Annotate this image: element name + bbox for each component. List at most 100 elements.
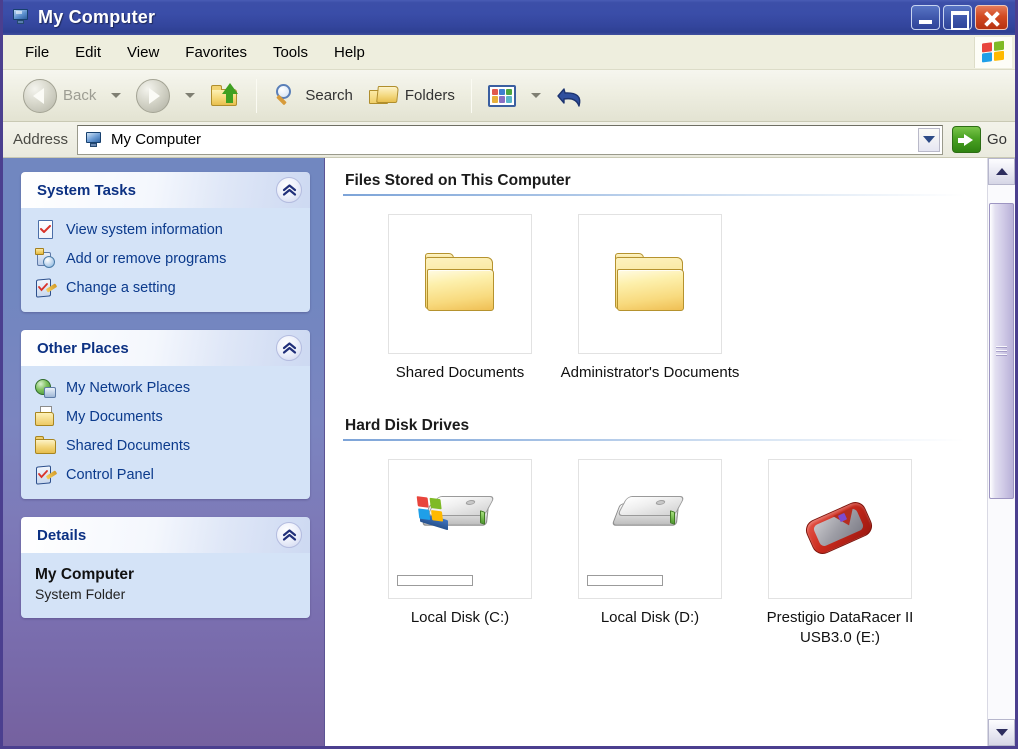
panel-other-places-body: My Network Places My Documents Shared Do… bbox=[21, 366, 310, 499]
sidebar-item-view-system-information[interactable]: View system information bbox=[35, 219, 300, 241]
scroll-up-button[interactable] bbox=[988, 158, 1015, 185]
folders-button[interactable]: Folders bbox=[361, 78, 463, 113]
address-bar: Address My Computer Go bbox=[3, 122, 1015, 158]
menu-item-edit[interactable]: Edit bbox=[62, 41, 114, 64]
vertical-scrollbar[interactable] bbox=[987, 158, 1015, 746]
file-item-icon-box bbox=[388, 214, 532, 354]
panel-system-tasks-header[interactable]: System Tasks bbox=[21, 172, 310, 208]
drive-item-prestigio-dataracer[interactable]: Prestigio DataRacer II USB3.0 (E:) bbox=[745, 458, 935, 648]
my-computer-icon bbox=[12, 8, 31, 27]
sidebar-item-shared-documents[interactable]: Shared Documents bbox=[35, 435, 300, 457]
sidebar-label: Change a setting bbox=[66, 280, 176, 296]
chevron-down-icon bbox=[995, 729, 1008, 736]
section-hard-disk-drives-header: Hard Disk Drives bbox=[343, 417, 987, 441]
file-item-icon-box bbox=[578, 214, 722, 354]
drive-item-label: Local Disk (C:) bbox=[410, 608, 510, 626]
scrollbar-thumb[interactable] bbox=[989, 203, 1014, 499]
sidebar-label: Shared Documents bbox=[66, 438, 191, 454]
shared-documents-icon bbox=[35, 435, 57, 457]
section-files-stored-header: Files Stored on This Computer bbox=[343, 172, 987, 196]
drive-item-label: Local Disk (D:) bbox=[600, 608, 700, 626]
section-files-stored-items: Shared Documents Administrator's Documen… bbox=[343, 198, 987, 383]
details-item-name: My Computer bbox=[35, 566, 135, 583]
change-setting-icon bbox=[35, 277, 58, 299]
section-files-stored-title: Files Stored on This Computer bbox=[345, 172, 571, 189]
scrollbar-track[interactable] bbox=[988, 185, 1015, 719]
windows-flag-icon bbox=[974, 37, 1012, 68]
address-input[interactable]: My Computer bbox=[77, 124, 943, 155]
details-item-type: System Folder bbox=[35, 586, 126, 602]
views-dropdown-icon[interactable] bbox=[530, 93, 541, 98]
my-computer-window: My Computer File Edit View Favorites Too… bbox=[0, 0, 1018, 749]
drive-item-icon-box bbox=[388, 458, 532, 599]
forward-button[interactable] bbox=[128, 74, 178, 118]
panel-system-tasks: System Tasks View system information Add… bbox=[21, 172, 310, 312]
chevron-up-icon[interactable] bbox=[276, 335, 302, 361]
panel-details: Details My Computer System Folder bbox=[21, 517, 310, 618]
my-computer-icon bbox=[85, 131, 104, 149]
hard-disk-icon bbox=[604, 486, 696, 572]
close-button[interactable] bbox=[975, 5, 1008, 30]
title-bar: My Computer bbox=[3, 0, 1015, 35]
menu-item-tools[interactable]: Tools bbox=[260, 41, 321, 64]
go-button[interactable]: Go bbox=[951, 126, 1007, 153]
menu-item-file[interactable]: File bbox=[12, 41, 62, 64]
menu-bar: File Edit View Favorites Tools Help bbox=[3, 35, 1015, 70]
views-button[interactable] bbox=[480, 80, 524, 112]
forward-dropdown-icon[interactable] bbox=[185, 93, 196, 98]
panel-details-header[interactable]: Details bbox=[21, 517, 310, 553]
go-label: Go bbox=[986, 131, 1007, 148]
drive-item-icon-box bbox=[768, 458, 912, 599]
drive-item-icon-box bbox=[578, 458, 722, 599]
sidebar-item-add-or-remove-programs[interactable]: Add or remove programs bbox=[35, 248, 300, 270]
sidebar-item-control-panel[interactable]: Control Panel bbox=[35, 464, 300, 486]
chevron-up-icon[interactable] bbox=[276, 522, 302, 548]
folder-icon bbox=[613, 253, 687, 315]
up-button[interactable] bbox=[202, 78, 248, 114]
menu-item-help[interactable]: Help bbox=[321, 41, 378, 64]
file-item-administrators-documents[interactable]: Administrator's Documents bbox=[555, 214, 745, 383]
capacity-bar bbox=[587, 574, 663, 586]
file-item-label: Administrator's Documents bbox=[560, 364, 740, 381]
sidebar-label: Add or remove programs bbox=[66, 251, 227, 267]
drive-item-local-disk-d[interactable]: Local Disk (D:) bbox=[555, 458, 745, 648]
panel-details-title: Details bbox=[37, 526, 87, 544]
address-label: Address bbox=[13, 131, 69, 148]
sidebar-label: Control Panel bbox=[66, 467, 154, 483]
folders-label: Folders bbox=[404, 87, 455, 104]
menu-item-view[interactable]: View bbox=[114, 41, 172, 64]
sidebar-item-my-documents[interactable]: My Documents bbox=[35, 406, 300, 428]
sidebar-label: View system information bbox=[66, 222, 223, 238]
back-button[interactable]: Back bbox=[15, 74, 104, 118]
back-arrow-icon bbox=[23, 78, 57, 113]
file-list-area: Files Stored on This Computer Shared Doc… bbox=[325, 158, 987, 746]
system-info-icon bbox=[35, 219, 57, 241]
undo-button[interactable] bbox=[548, 78, 594, 114]
folders-icon bbox=[368, 83, 399, 108]
minimize-button[interactable] bbox=[911, 5, 940, 30]
section-hard-disk-drives-title: Hard Disk Drives bbox=[345, 416, 470, 434]
sidebar-item-my-network-places[interactable]: My Network Places bbox=[35, 377, 300, 399]
control-panel-icon bbox=[35, 464, 58, 486]
sidebar-item-change-a-setting[interactable]: Change a setting bbox=[35, 277, 300, 299]
undo-icon bbox=[556, 83, 586, 109]
back-dropdown-icon[interactable] bbox=[111, 93, 122, 98]
chevron-up-icon[interactable] bbox=[276, 177, 302, 203]
drive-item-local-disk-c[interactable]: Local Disk (C:) bbox=[365, 458, 555, 648]
task-pane: System Tasks View system information Add… bbox=[3, 158, 325, 746]
address-dropdown-button[interactable] bbox=[917, 127, 940, 152]
menu-item-favorites[interactable]: Favorites bbox=[172, 41, 260, 64]
capacity-bar bbox=[397, 574, 473, 586]
file-item-label: Shared Documents bbox=[395, 364, 525, 381]
panel-other-places: Other Places My Network Places My Docume… bbox=[21, 330, 310, 499]
search-button[interactable]: Search bbox=[265, 78, 361, 113]
panel-other-places-header[interactable]: Other Places bbox=[21, 330, 310, 366]
panel-other-places-title: Other Places bbox=[37, 339, 129, 357]
folder-icon bbox=[423, 253, 497, 315]
hard-disk-system-icon bbox=[414, 486, 506, 572]
file-item-shared-documents[interactable]: Shared Documents bbox=[365, 214, 555, 383]
scroll-down-button[interactable] bbox=[988, 719, 1015, 746]
window-title: My Computer bbox=[38, 7, 156, 27]
panel-system-tasks-body: View system information Add or remove pr… bbox=[21, 208, 310, 312]
maximize-button[interactable] bbox=[943, 5, 972, 30]
